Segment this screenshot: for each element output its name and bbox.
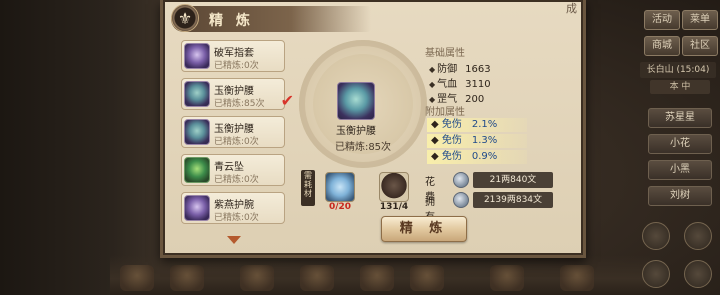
item-name: 破军指套 [214,48,254,59]
round-action-icon-2[interactable] [684,222,712,250]
scroll-down-arrow-icon[interactable] [227,236,241,244]
material-count: 0/20 [328,202,352,212]
item-refine-count: 已精炼:0次 [214,175,259,185]
attr-label: 气血 [437,79,458,90]
item-refine-count: 已精炼:0次 [214,213,259,223]
base-attr-row: ◆ 防御 1663 [429,60,491,75]
bracer-icon [184,195,210,221]
attr-value: 1663 [465,64,491,75]
npc-button-4[interactable]: 刘树 [648,186,712,206]
list-item[interactable]: 青云坠 已精炼:0次 [181,154,285,186]
friends-icon[interactable] [490,265,524,291]
belt-icon [184,119,210,145]
equipment-list[interactable]: 破军指套 已精炼:0次 玉衡护腰 已精炼:85次 ✔ 玉衡护腰 已精炼:0次 青… [181,40,294,226]
cost-value: 21两840文 [473,172,553,188]
mail-icon[interactable] [560,265,594,291]
diamond-bullet-icon: ◆ [431,119,442,130]
selected-belt-icon [337,82,375,120]
npc-button-2[interactable]: 小花 [648,134,712,154]
material-count: 131/4 [379,202,409,212]
owned-value: 2139两834文 [473,192,553,208]
cloth-icon[interactable] [325,172,355,202]
attr-label: 免伤 [441,135,462,146]
selected-check-icon: ✔ [280,91,294,110]
corner-mark: 成 [566,2,577,15]
list-item[interactable]: 紫燕护腕 已精炼:0次 [181,192,285,224]
materials-label: 需耗材 [301,170,315,206]
attr-value: 3110 [465,79,491,90]
silver-coin-icon [453,192,469,208]
item-name: 玉衡护腰 [214,86,254,97]
bonus-attr-row: ◆ 免伤 2.1% [427,118,527,132]
right-side-menu: 活动 莱单 商城 社区 长白山 (15:04) 本 中 苏星星 小花 小黑 刘树 [640,0,720,295]
location-label: 长白山 (15:04) [640,62,716,78]
round-action-icon-1[interactable] [642,222,670,250]
gauntlet-icon [184,43,210,69]
item-refine-count: 已精炼:0次 [214,61,259,71]
item-name: 青云坠 [214,162,244,173]
stone-icon[interactable] [379,172,409,202]
item-name: 玉衡护腰 [214,124,254,135]
shop-button[interactable]: 商城 [644,36,680,56]
attr-label: 防御 [437,64,458,75]
bottom-toolbar [110,255,650,295]
selected-item-name: 玉衡护腰 [336,126,376,137]
title-bar [171,6,371,32]
attr-value: 1.3% [471,135,498,146]
diamond-bullet-icon: ◆ [429,65,436,74]
community-button[interactable]: 社区 [682,36,718,56]
gem-icon[interactable] [360,265,394,291]
book-icon[interactable] [240,265,274,291]
bag-icon[interactable] [120,265,154,291]
left-scene-strip [0,0,160,295]
refine-button[interactable]: 精 炼 [381,216,467,242]
base-attr-row: ◆ 气血 3110 [429,75,491,90]
diamond-bullet-icon: ◆ [431,135,442,146]
list-item[interactable]: 破军指套 已精炼:0次 [181,40,285,72]
channel-label: 本 中 [650,80,710,94]
item-refine-count: 已精炼:85次 [214,99,265,109]
round-action-icon-4[interactable] [684,260,712,288]
round-action-icon-3[interactable] [642,260,670,288]
pendant-icon [184,157,210,183]
bonus-attrs-heading: 附加属性 [425,107,465,118]
selected-refine-count: 已精炼:85次 [334,142,392,153]
item-refine-count: 已精炼:0次 [214,137,259,147]
refine-emblem-icon: ⚜ [171,4,199,32]
attr-label: 免伤 [441,119,462,130]
menu-button[interactable]: 莱单 [682,10,718,30]
silver-coin-icon [453,172,469,188]
npc-button-3[interactable]: 小黑 [648,160,712,180]
dialog-title: 精 炼 [209,13,254,29]
team-icon[interactable] [410,265,444,291]
base-attrs-heading: 基础属性 [425,48,465,59]
belt-icon [184,81,210,107]
bonus-attr-row: ◆ 免伤 0.9% [427,150,527,164]
attr-value: 200 [465,94,485,105]
diamond-bullet-icon: ◆ [429,80,436,89]
bonus-attr-row: ◆ 免伤 1.3% [427,134,527,148]
item-name: 紫燕护腕 [214,200,254,211]
list-item[interactable]: 玉衡护腰 已精炼:0次 [181,116,285,148]
skill-icon[interactable] [170,265,204,291]
pet-icon[interactable] [300,265,334,291]
attr-value: 0.9% [471,151,498,162]
attr-label: 免伤 [441,151,462,162]
list-item[interactable]: 玉衡护腰 已精炼:85次 ✔ [181,78,294,110]
diamond-bullet-icon: ◆ [431,151,442,162]
refine-dialog: ⚜ 精 炼 成 破军指套 已精炼:0次 玉衡护腰 已精炼:85次 ✔ 玉衡护腰 … [160,0,586,258]
attr-value: 2.1% [471,119,498,130]
npc-button-1[interactable]: 苏星星 [648,108,712,128]
activity-button[interactable]: 活动 [644,10,680,30]
